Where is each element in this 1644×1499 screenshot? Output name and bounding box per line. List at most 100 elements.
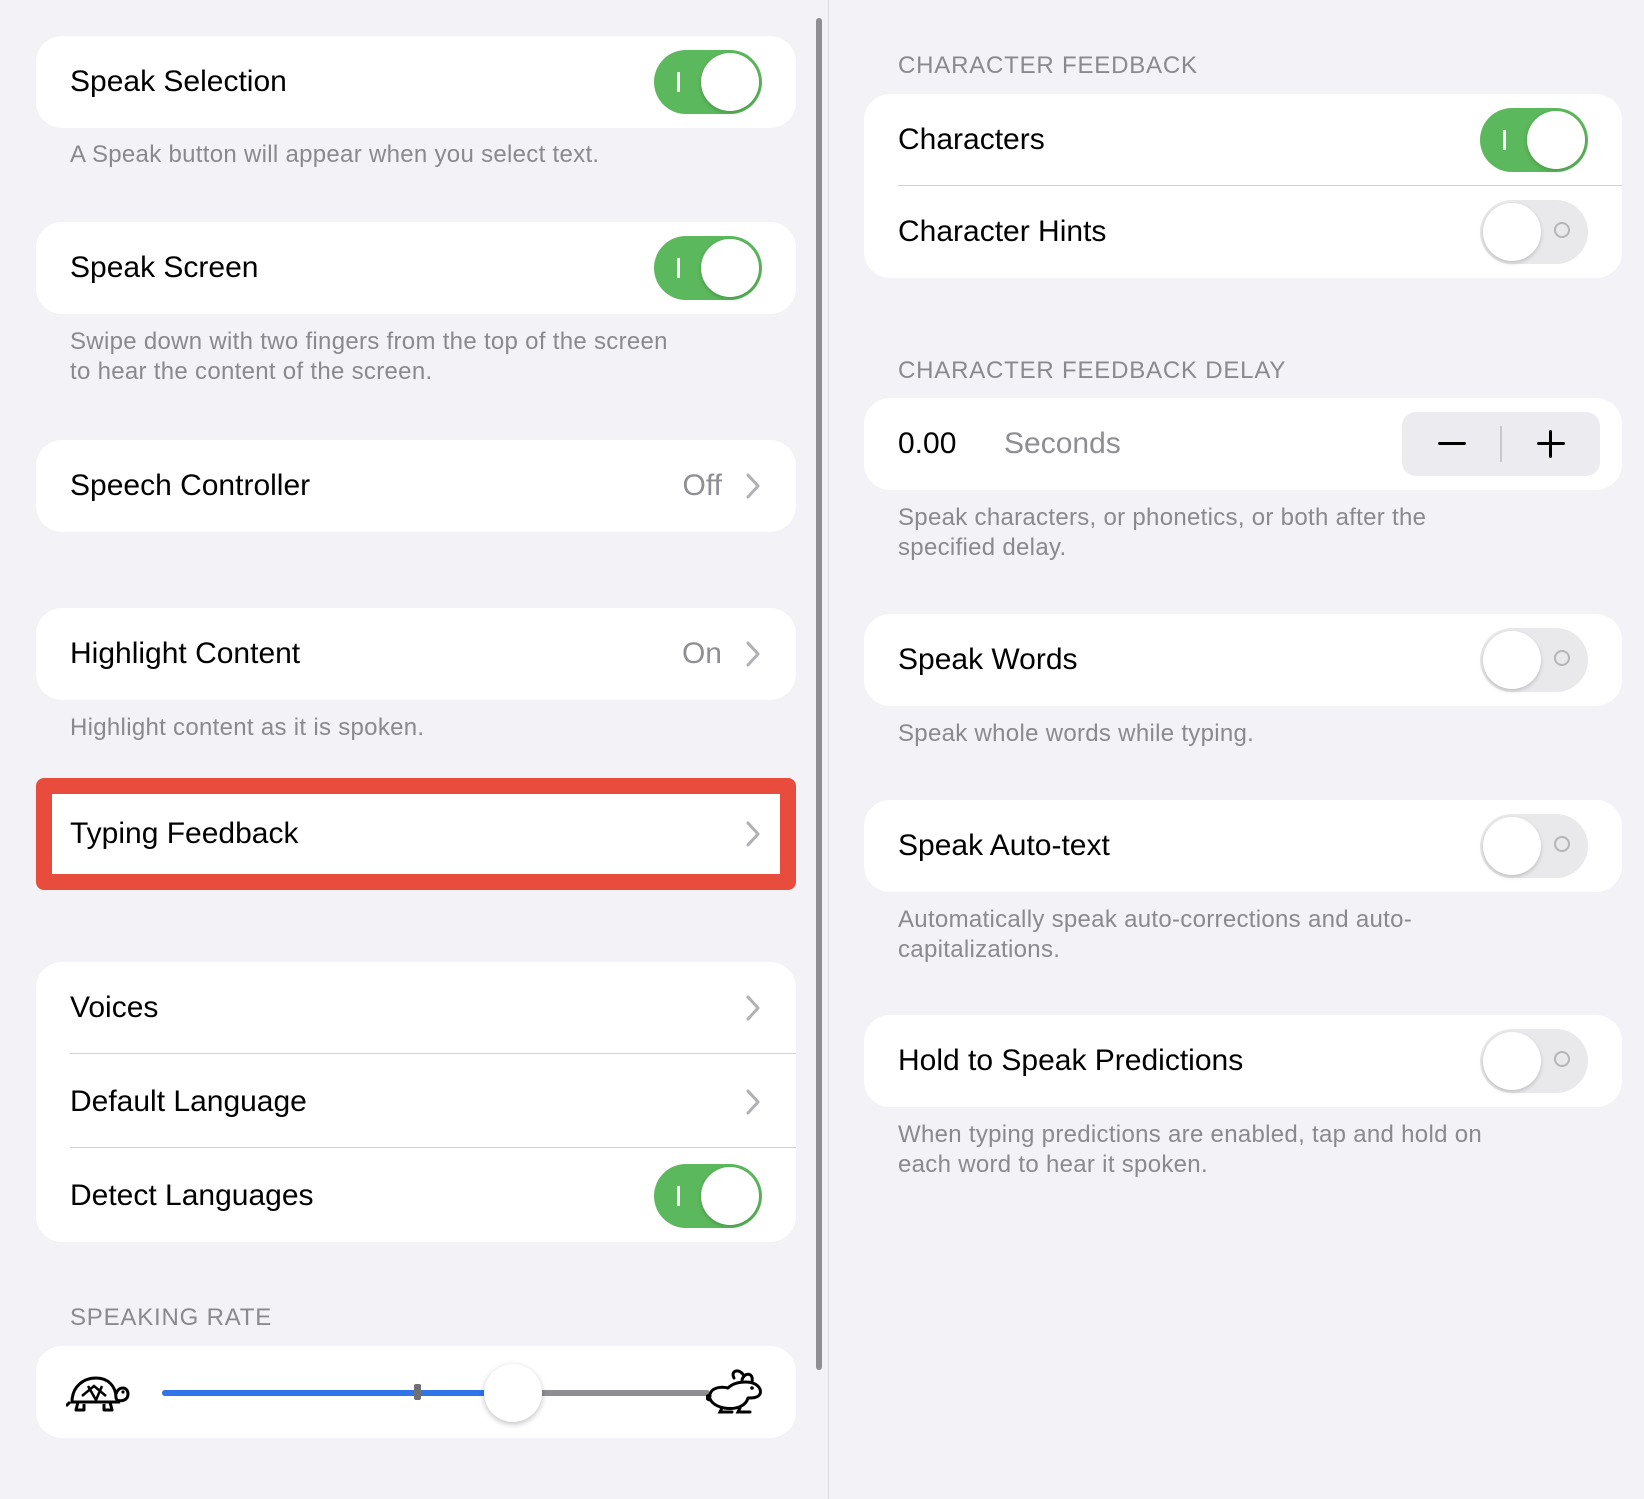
speaking-rate-header: SPEAKING RATE — [70, 1304, 273, 1331]
voices-language-card: Voices Default Language Detect Languages — [36, 962, 796, 1242]
speak-auto-text-toggle[interactable] — [1480, 814, 1588, 878]
speak-screen-row[interactable]: Speak Screen — [36, 222, 796, 314]
toggle-knob — [701, 53, 759, 111]
delay-row: 0.00 Seconds — [864, 398, 1622, 490]
highlight-content-card: Highlight Content On — [36, 608, 796, 700]
speak-screen-label: Speak Screen — [70, 251, 259, 284]
speaking-rate-slider-thumb[interactable] — [483, 1364, 542, 1422]
hold-to-speak-row[interactable]: Hold to Speak Predictions — [864, 1015, 1622, 1107]
speak-selection-label: Speak Selection — [70, 65, 287, 98]
toggle-knob — [1483, 1032, 1541, 1090]
hold-to-speak-label: Hold to Speak Predictions — [898, 1044, 1244, 1077]
turtle-icon — [66, 1376, 130, 1412]
character-hints-toggle[interactable] — [1480, 200, 1588, 264]
characters-row[interactable]: Characters — [864, 94, 1622, 186]
rabbit-icon — [706, 1369, 762, 1414]
highlight-content-label: Highlight Content — [70, 637, 301, 670]
toggle-off-mark-icon — [1554, 222, 1570, 238]
chevron-right-icon — [746, 1089, 760, 1115]
delay-footer: Speak characters, or phonetics, or both … — [898, 503, 1518, 563]
speak-selection-card: Speak Selection — [36, 36, 796, 128]
typing-feedback-row[interactable]: Typing Feedback — [36, 788, 796, 880]
delay-stepper — [1402, 412, 1600, 476]
speak-selection-row[interactable]: Speak Selection — [36, 36, 796, 128]
speak-auto-text-footer-line-1: Automatically speak auto-corrections and… — [898, 906, 1413, 933]
chevron-right-icon — [746, 995, 760, 1021]
speak-words-label: Speak Words — [898, 643, 1078, 676]
delay-footer-line-2: specified delay. — [898, 534, 1067, 561]
toggle-knob — [1527, 111, 1585, 169]
hold-to-speak-footer: When typing predictions are enabled, tap… — [898, 1120, 1518, 1180]
typing-feedback-label: Typing Feedback — [70, 817, 299, 850]
character-feedback-header: CHARACTER FEEDBACK — [898, 52, 1198, 79]
toggle-on-mark-icon — [677, 1186, 680, 1206]
speak-screen-card: Speak Screen — [36, 222, 796, 314]
highlight-content-value: On — [681, 637, 722, 670]
default-language-row[interactable]: Default Language — [36, 1056, 796, 1148]
speaking-rate-fill — [162, 1390, 513, 1396]
delay-value: 0.00 — [898, 427, 957, 460]
row-separator — [70, 1147, 796, 1148]
highlight-content-footer: Highlight content as it is spoken. — [70, 714, 425, 741]
toggle-off-mark-icon — [1554, 836, 1570, 852]
toggle-off-mark-icon — [1554, 650, 1570, 666]
chevron-right-icon — [746, 473, 760, 499]
toggle-on-mark-icon — [677, 72, 680, 92]
character-hints-row[interactable]: Character Hints — [864, 186, 1622, 278]
increment-button[interactable] — [1501, 412, 1600, 476]
detect-languages-row[interactable]: Detect Languages — [36, 1150, 796, 1242]
speak-auto-text-footer-line-2: capitalizations. — [898, 936, 1061, 963]
hold-to-speak-toggle[interactable] — [1480, 1029, 1588, 1093]
scroll-indicator[interactable] — [816, 18, 822, 1370]
toggle-on-mark-icon — [677, 258, 680, 278]
speak-words-card: Speak Words — [864, 614, 1622, 706]
character-feedback-delay-header: CHARACTER FEEDBACK DELAY — [898, 357, 1287, 384]
toggle-knob — [1483, 817, 1541, 875]
speak-screen-footer: Swipe down with two fingers from the top… — [70, 327, 760, 387]
minus-icon — [1438, 442, 1466, 445]
speak-selection-footer: A Speak button will appear when you sele… — [70, 141, 600, 168]
highlight-content-row[interactable]: Highlight Content On — [36, 608, 796, 700]
speech-controller-row[interactable]: Speech Controller Off — [36, 440, 796, 532]
speak-auto-text-row[interactable]: Speak Auto-text — [864, 800, 1622, 892]
speak-screen-footer-line-2: to hear the content of the screen. — [70, 358, 433, 385]
detect-languages-toggle[interactable] — [654, 1164, 762, 1228]
toggle-knob — [701, 239, 759, 297]
row-separator — [70, 1053, 796, 1054]
chevron-right-icon — [746, 641, 760, 667]
speaking-rate-card — [36, 1346, 796, 1438]
typing-feedback-card: Typing Feedback — [36, 784, 796, 884]
toggle-on-mark-icon — [1503, 130, 1506, 150]
toggle-knob — [701, 1167, 759, 1225]
chevron-right-icon — [746, 821, 760, 847]
character-feedback-card: Characters Character Hints — [864, 94, 1622, 278]
voices-label: Voices — [70, 991, 159, 1024]
voices-row[interactable]: Voices — [36, 962, 796, 1054]
speak-screen-toggle[interactable] — [654, 236, 762, 300]
toggle-off-mark-icon — [1554, 1051, 1570, 1067]
detect-languages-label: Detect Languages — [70, 1179, 314, 1212]
speak-selection-toggle[interactable] — [654, 50, 762, 114]
typing-feedback-pane: CHARACTER FEEDBACK Characters Character … — [828, 0, 1644, 1499]
speak-auto-text-footer: Automatically speak auto-corrections and… — [898, 905, 1518, 965]
delay-unit: Seconds — [1004, 427, 1121, 460]
speak-auto-text-card: Speak Auto-text — [864, 800, 1622, 892]
characters-toggle[interactable] — [1480, 108, 1588, 172]
toggle-knob — [1483, 631, 1541, 689]
character-hints-label: Character Hints — [898, 215, 1107, 248]
speaking-rate-default-tick — [414, 1384, 421, 1400]
decrement-button[interactable] — [1402, 412, 1501, 476]
hold-to-speak-card: Hold to Speak Predictions — [864, 1015, 1622, 1107]
speak-words-row[interactable]: Speak Words — [864, 614, 1622, 706]
speak-auto-text-label: Speak Auto-text — [898, 829, 1110, 862]
speak-words-footer: Speak whole words while typing. — [898, 720, 1255, 747]
hold-to-speak-footer-line-1: When typing predictions are enabled, tap… — [898, 1121, 1482, 1148]
left-settings-pane: Speak Selection A Speak button will appe… — [0, 0, 812, 1499]
hold-to-speak-footer-line-2: each word to hear it spoken. — [898, 1151, 1208, 1178]
speech-controller-value: Off — [682, 469, 722, 502]
speak-words-toggle[interactable] — [1480, 628, 1588, 692]
speech-controller-label: Speech Controller — [70, 469, 311, 502]
character-feedback-delay-card: 0.00 Seconds — [864, 398, 1622, 490]
speak-screen-footer-line-1: Swipe down with two fingers from the top… — [70, 328, 668, 355]
speech-controller-card: Speech Controller Off — [36, 440, 796, 532]
